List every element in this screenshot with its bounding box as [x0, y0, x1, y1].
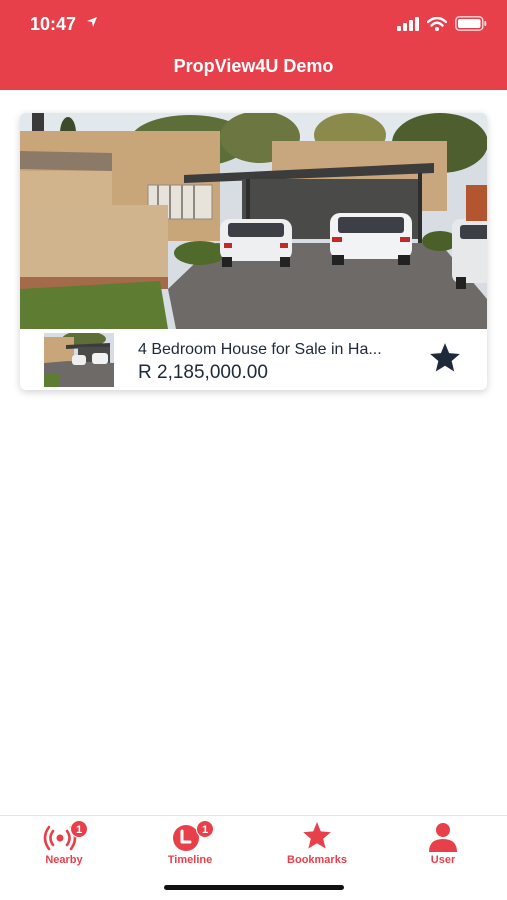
user-icon	[421, 820, 465, 852]
listing-thumbnail[interactable]	[44, 333, 114, 387]
nearby-icon: 1	[42, 820, 88, 852]
timeline-icon: 1	[168, 820, 214, 852]
page-title: PropView4U Demo	[173, 56, 334, 76]
listing-title[interactable]: 4 Bedroom House for Sale in Ha...	[138, 341, 408, 359]
tab-label-nearby: Nearby	[45, 854, 83, 866]
app-header: 10:47 PropView4U Demo	[0, 0, 507, 90]
status-bar: 10:47	[0, 0, 507, 48]
listing-info[interactable]: 4 Bedroom House for Sale in Ha... R 2,18…	[20, 329, 487, 390]
listing-hero-image[interactable]	[20, 113, 487, 329]
tab-user[interactable]: User	[393, 820, 493, 870]
listing-card[interactable]: 4 Bedroom House for Sale in Ha... R 2,18…	[20, 113, 487, 390]
tab-label-user: User	[430, 854, 456, 866]
wifi-icon	[427, 16, 447, 31]
battery-icon	[455, 16, 487, 31]
home-indicator[interactable]	[164, 885, 344, 890]
status-icons	[397, 16, 487, 31]
cellular-signal-icon	[397, 16, 419, 31]
nearby-badge: 1	[70, 820, 88, 838]
location-arrow-icon	[87, 17, 97, 27]
tab-label-bookmarks: Bookmarks	[287, 854, 347, 866]
status-time: 10:47	[30, 14, 77, 34]
tab-bookmarks[interactable]: Bookmarks	[267, 820, 367, 870]
bookmark-star-icon[interactable]	[428, 341, 462, 375]
star-icon	[295, 820, 339, 852]
tab-label-timeline: Timeline	[167, 854, 213, 866]
timeline-badge: 1	[196, 820, 214, 838]
listing-price: R 2,185,000.00	[138, 362, 268, 383]
tab-nearby[interactable]: 1 Nearby	[14, 820, 114, 870]
tab-timeline[interactable]: 1 Timeline	[140, 820, 240, 870]
